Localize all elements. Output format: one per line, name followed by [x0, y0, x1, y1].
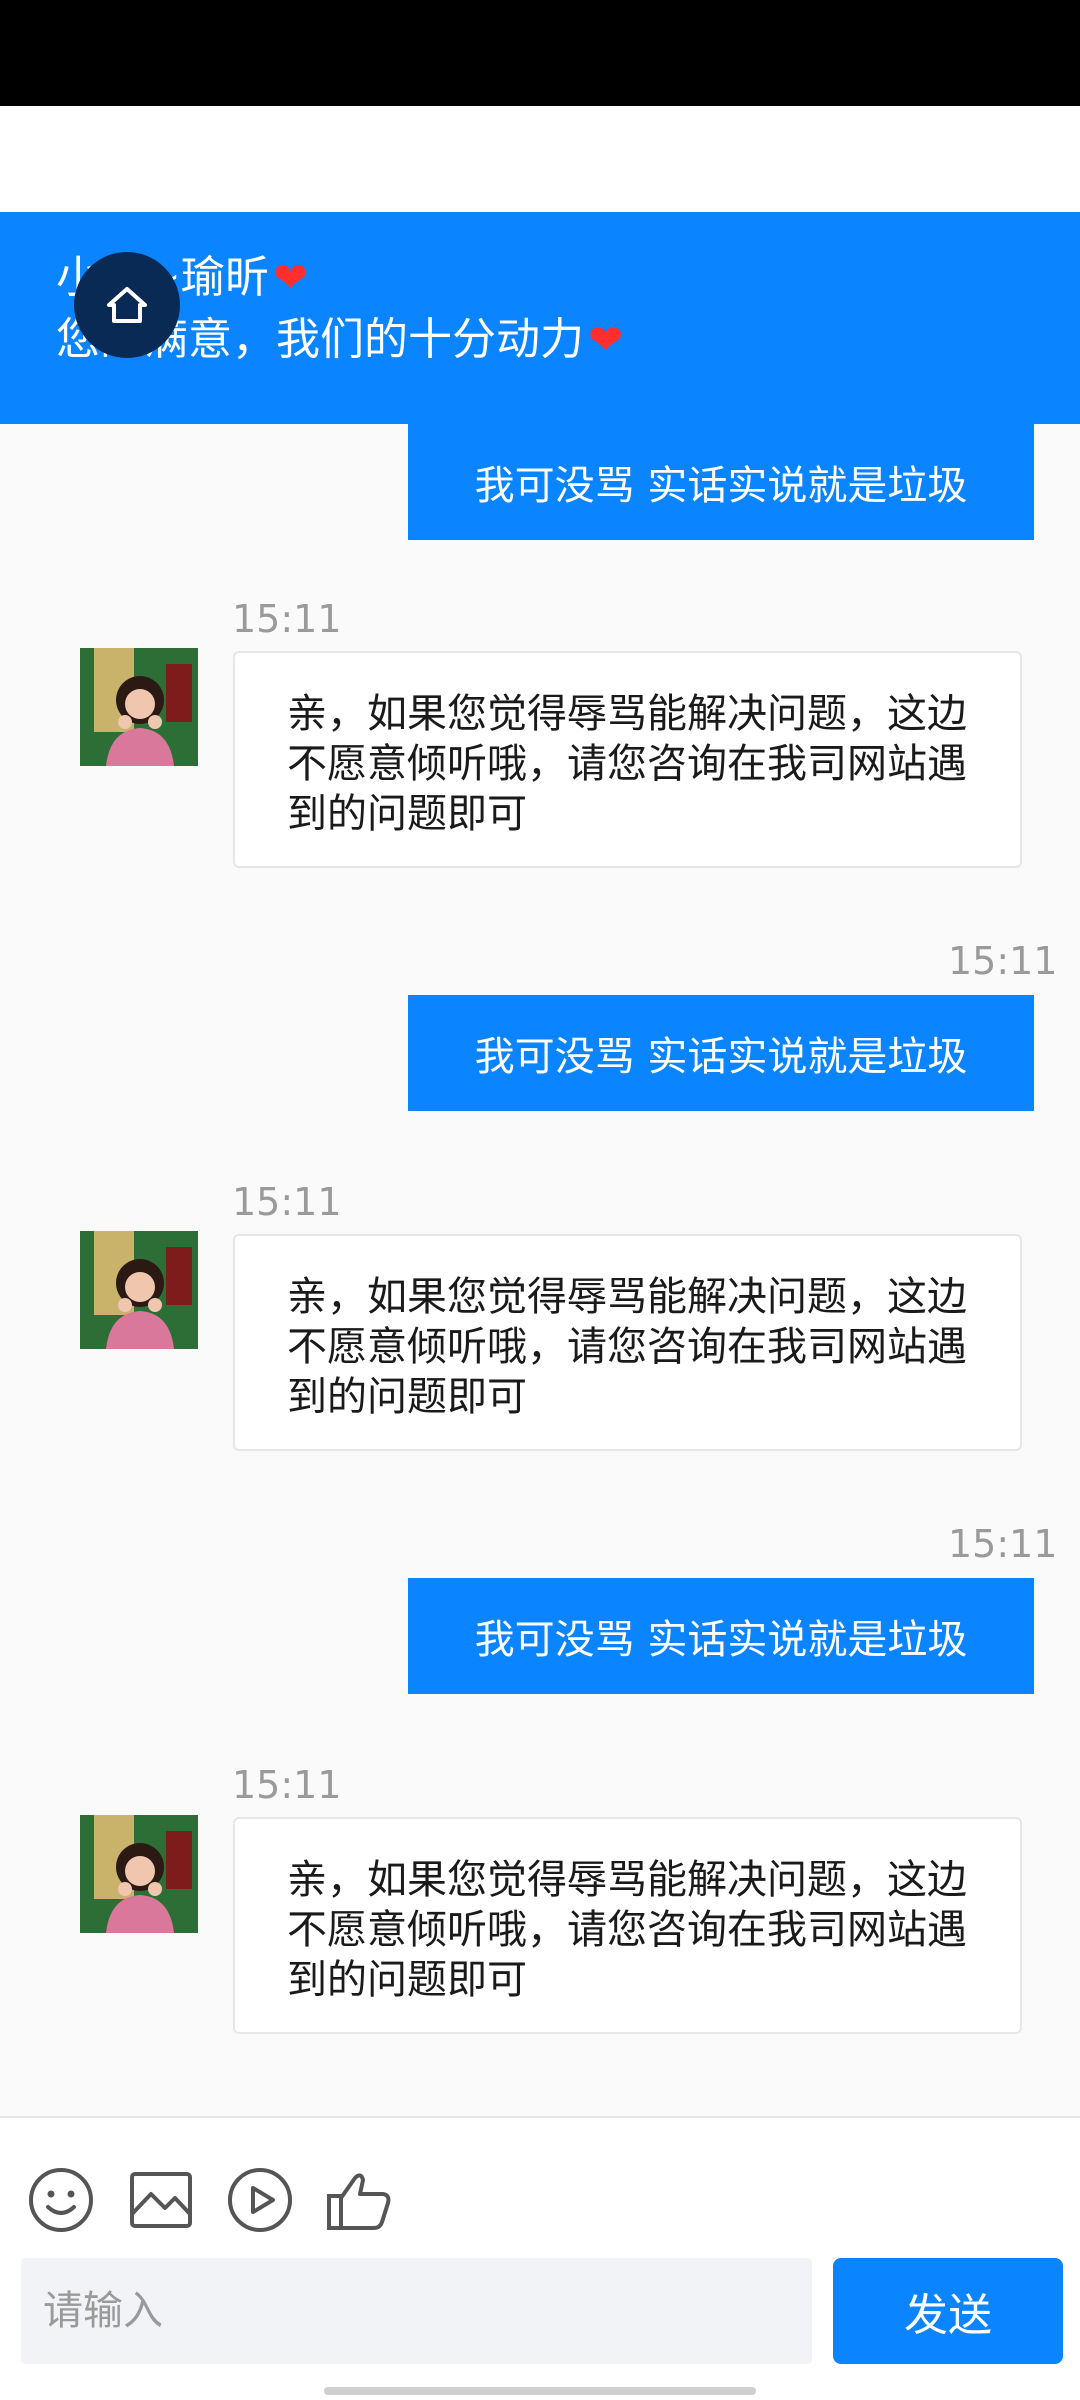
message-input[interactable]	[21, 2258, 812, 2364]
message-text: 我可没骂 实话实说就是垃圾	[474, 1034, 968, 1080]
message-text: 亲，如果您觉得辱骂能解决问题，这边不愿意倾听哦，请您咨询在我司网站遇到的问题即可	[287, 691, 967, 837]
status-bar	[0, 0, 1080, 106]
video-icon	[228, 2168, 292, 2232]
agent-avatar-image	[80, 648, 198, 766]
heart-icon: ❤	[588, 315, 624, 364]
agent-avatar-image	[80, 1231, 198, 1349]
message-timestamp: 15:11	[232, 597, 342, 641]
heart-icon: ❤	[272, 253, 309, 302]
like-button[interactable]	[323, 2164, 395, 2236]
message-text: 我可没骂 实话实说就是垃圾	[474, 463, 968, 509]
emoji-icon	[29, 2168, 93, 2232]
message-timestamp: 15:11	[948, 939, 1058, 983]
thumbs-up-icon	[327, 2173, 391, 2230]
incoming-message-bubble[interactable]: 亲，如果您觉得辱骂能解决问题，这边不愿意倾听哦，请您咨询在我司网站遇到的问题即可	[233, 651, 1022, 868]
message-timestamp: 15:11	[232, 1180, 342, 1224]
video-button[interactable]	[224, 2164, 296, 2236]
image-button[interactable]	[125, 2164, 197, 2236]
send-button[interactable]: 发送	[833, 2258, 1063, 2364]
home-indicator	[324, 2387, 756, 2395]
outgoing-message-bubble[interactable]: 我可没骂 实话实说就是垃圾	[408, 424, 1034, 540]
avatar[interactable]	[80, 1815, 198, 1933]
message-timestamp: 15:11	[232, 1763, 342, 1807]
avatar[interactable]	[80, 1231, 198, 1349]
agent-avatar-image	[80, 1815, 198, 1933]
home-button[interactable]	[74, 252, 180, 358]
avatar[interactable]	[80, 648, 198, 766]
image-icon	[130, 2172, 192, 2228]
outgoing-message-bubble[interactable]: 我可没骂 实话实说就是垃圾	[408, 995, 1034, 1111]
message-text: 亲，如果您觉得辱骂能解决问题，这边不愿意倾听哦，请您咨询在我司网站遇到的问题即可	[287, 1274, 967, 1420]
message-text: 我可没骂 实话实说就是垃圾	[474, 1617, 968, 1663]
emoji-button[interactable]	[25, 2164, 97, 2236]
incoming-message-bubble[interactable]: 亲，如果您觉得辱骂能解决问题，这边不愿意倾听哦，请您咨询在我司网站遇到的问题即可	[233, 1234, 1022, 1451]
incoming-message-bubble[interactable]: 亲，如果您觉得辱骂能解决问题，这边不愿意倾听哦，请您咨询在我司网站遇到的问题即可	[233, 1817, 1022, 2034]
home-icon	[107, 287, 147, 323]
outgoing-message-bubble[interactable]: 我可没骂 实话实说就是垃圾	[408, 1578, 1034, 1694]
message-text: 亲，如果您觉得辱骂能解决问题，这边不愿意倾听哦，请您咨询在我司网站遇到的问题即可	[287, 1857, 967, 2003]
top-spacer	[0, 106, 1080, 212]
message-timestamp: 15:11	[948, 1522, 1058, 1566]
